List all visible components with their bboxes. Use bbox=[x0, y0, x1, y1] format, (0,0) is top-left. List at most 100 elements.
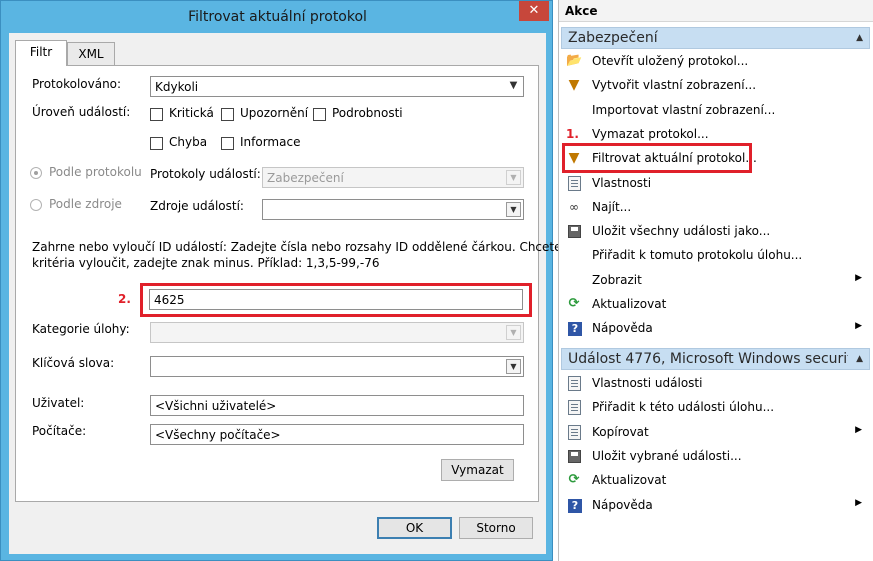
action-item[interactable]: Přiřadit k tomuto protokolu úlohu... bbox=[561, 244, 870, 268]
section-event-header[interactable]: Událost 4776, Microsoft Windows security… bbox=[561, 348, 870, 370]
action-item-label: Otevřít uložený protokol... bbox=[592, 54, 749, 68]
filter-action-highlight bbox=[562, 143, 752, 173]
action-item[interactable]: Vlastnosti bbox=[561, 172, 870, 196]
cancel-button[interactable]: Storno bbox=[459, 517, 533, 539]
action-item-label: Vytvořit vlastní zobrazení... bbox=[592, 78, 757, 93]
filter-dialog: Filtrovat aktuální protokol ✕ Filtr XML … bbox=[0, 0, 573, 561]
computer-label: Počítače: bbox=[32, 424, 87, 438]
keywords-label: Klíčová slova: bbox=[32, 356, 115, 370]
event-id-input[interactable]: 4625 bbox=[149, 289, 523, 310]
event-id-value: 4625 bbox=[154, 293, 185, 307]
action-item[interactable]: ? Nápověda ▶ bbox=[561, 494, 870, 518]
clear-button[interactable]: Vymazat bbox=[441, 459, 514, 481]
chevron-down-icon: ▼ bbox=[506, 325, 521, 340]
user-input[interactable]: <Všichni uživatelé> bbox=[150, 395, 524, 416]
action-item[interactable]: Importovat vlastní zobrazení... bbox=[561, 99, 870, 123]
event-id-help-line2: kritéria vyloučit, zadejte znak minus. P… bbox=[32, 256, 380, 270]
action-item[interactable]: ? Nápověda ▶ bbox=[561, 317, 870, 341]
properties-icon bbox=[568, 376, 581, 391]
error-checkbox[interactable] bbox=[150, 137, 163, 150]
step-2-marker: 2. bbox=[118, 292, 131, 306]
action-item-label: Vlastnosti bbox=[592, 175, 652, 190]
task-category-select: ▼ bbox=[150, 322, 524, 343]
binoculars-icon: ∞ bbox=[569, 199, 579, 214]
action-item-label: Zobrazit bbox=[592, 272, 642, 287]
user-value: <Všichni uživatelé> bbox=[155, 399, 277, 413]
action-item[interactable]: Vlastnosti události bbox=[561, 372, 870, 396]
save-icon bbox=[568, 449, 581, 463]
tab-filter[interactable]: Filtr bbox=[15, 40, 67, 66]
action-item-label: Nápověda bbox=[592, 497, 653, 512]
action-item-label: Najít... bbox=[592, 199, 632, 214]
event-id-help-line1: Zahrne nebo vyloučí ID událostí: Zadejte… bbox=[32, 240, 573, 254]
chevron-down-icon: ▼ bbox=[506, 202, 521, 217]
action-item[interactable]: ∞ Najít... bbox=[561, 196, 870, 220]
folder-icon: 📂 bbox=[566, 53, 583, 68]
help-icon: ? bbox=[568, 322, 582, 337]
submenu-arrow-icon: ▶ bbox=[855, 424, 862, 435]
action-item-label: Vlastnosti události bbox=[592, 376, 703, 390]
action-item-label: Nápověda bbox=[592, 321, 653, 336]
event-logs-select: Zabezpečení ▼ bbox=[262, 167, 524, 188]
event-logs-value: Zabezpečení bbox=[267, 171, 344, 185]
action-item-label: Přiřadit k tomuto protokolu úlohu... bbox=[592, 248, 803, 263]
action-item[interactable]: Zobrazit ▶ bbox=[561, 269, 870, 293]
action-item-label: Uložit všechny události jako... bbox=[592, 224, 771, 239]
collapse-icon[interactable]: ▲ bbox=[856, 33, 863, 43]
error-label: Chyba bbox=[169, 135, 208, 149]
action-item[interactable]: Přiřadit k této události úlohu... bbox=[561, 396, 870, 420]
action-item[interactable]: Uložit vybrané události... bbox=[561, 445, 870, 469]
action-item-label: Uložit vybrané události... bbox=[592, 448, 742, 463]
level-label: Úroveň událostí: bbox=[32, 105, 131, 119]
action-item-label: Kopírovat bbox=[592, 424, 649, 439]
action-item-label: Přiřadit k této události úlohu... bbox=[592, 400, 775, 415]
event-sources-select[interactable]: ▼ bbox=[262, 199, 524, 220]
warning-label: Upozornění bbox=[240, 106, 309, 120]
keywords-select[interactable]: ▼ bbox=[150, 356, 524, 377]
tab-xml[interactable]: XML bbox=[67, 42, 115, 66]
ok-button[interactable]: OK bbox=[377, 517, 452, 539]
computer-value: <Všechny počítače> bbox=[155, 428, 281, 442]
actions-pane: Akce Zabezpečení ▲ 📂 Otevřít uložený prot… bbox=[558, 0, 873, 561]
chevron-down-icon: ▼ bbox=[506, 359, 521, 374]
dialog-titlebar[interactable]: Filtrovat aktuální protokol ✕ bbox=[1, 1, 554, 33]
action-item[interactable]: ⟳ Aktualizovat bbox=[561, 293, 870, 317]
action-item[interactable]: Kopírovat ▶ bbox=[561, 421, 870, 445]
information-label: Informace bbox=[240, 135, 301, 149]
by-source-label: Podle zdroje bbox=[49, 197, 122, 211]
critical-checkbox[interactable] bbox=[150, 108, 163, 121]
close-button[interactable]: ✕ bbox=[519, 1, 549, 21]
by-log-radio[interactable] bbox=[30, 167, 42, 179]
action-item[interactable]: ⟳ Aktualizovat bbox=[561, 469, 870, 493]
by-source-radio[interactable] bbox=[30, 199, 42, 211]
action-item-label: Importovat vlastní zobrazení... bbox=[592, 102, 776, 117]
dialog-title: Filtrovat aktuální protokol bbox=[188, 9, 367, 25]
computer-input[interactable]: <Všechny počítače> bbox=[150, 424, 524, 445]
refresh-icon: ⟳ bbox=[568, 472, 580, 488]
task-icon bbox=[568, 400, 581, 416]
chevron-down-icon: ▼ bbox=[506, 170, 521, 185]
task-category-label: Kategorie úlohy: bbox=[32, 322, 130, 336]
collapse-icon[interactable]: ▲ bbox=[856, 354, 863, 364]
logged-label: Protokolováno: bbox=[32, 77, 122, 91]
information-checkbox[interactable] bbox=[221, 137, 234, 150]
section-security-header[interactable]: Zabezpečení ▲ bbox=[561, 27, 870, 49]
actions-header-title: Akce bbox=[565, 4, 598, 18]
warning-checkbox[interactable] bbox=[221, 108, 234, 121]
dialog-client: Filtr XML Protokolováno: Kdykoli ▼ Úrove… bbox=[9, 33, 573, 554]
submenu-arrow-icon: ▶ bbox=[855, 321, 862, 332]
logged-select[interactable]: Kdykoli ▼ bbox=[150, 76, 524, 97]
submenu-arrow-icon: ▶ bbox=[855, 497, 862, 508]
verbose-checkbox[interactable] bbox=[313, 108, 326, 121]
action-item[interactable]: ▼ Vytvořit vlastní zobrazení... bbox=[561, 74, 870, 98]
action-item-label: Vymazat protokol... bbox=[592, 126, 709, 141]
step-1-marker: 1. bbox=[566, 126, 579, 141]
action-item-label: Aktualizovat bbox=[592, 297, 667, 311]
section-event-title: Událost 4776, Microsoft Windows security… bbox=[568, 351, 848, 367]
chevron-down-icon: ▼ bbox=[509, 80, 518, 91]
action-item[interactable]: Uložit všechny události jako... bbox=[561, 220, 870, 244]
filter-panel: Protokolováno: Kdykoli ▼ Úroveň událostí… bbox=[15, 65, 573, 502]
action-item[interactable]: 📂 Otevřít uložený protokol... bbox=[561, 50, 870, 74]
funnel-icon: ▼ bbox=[568, 77, 580, 94]
actions-header: Akce bbox=[559, 0, 873, 22]
